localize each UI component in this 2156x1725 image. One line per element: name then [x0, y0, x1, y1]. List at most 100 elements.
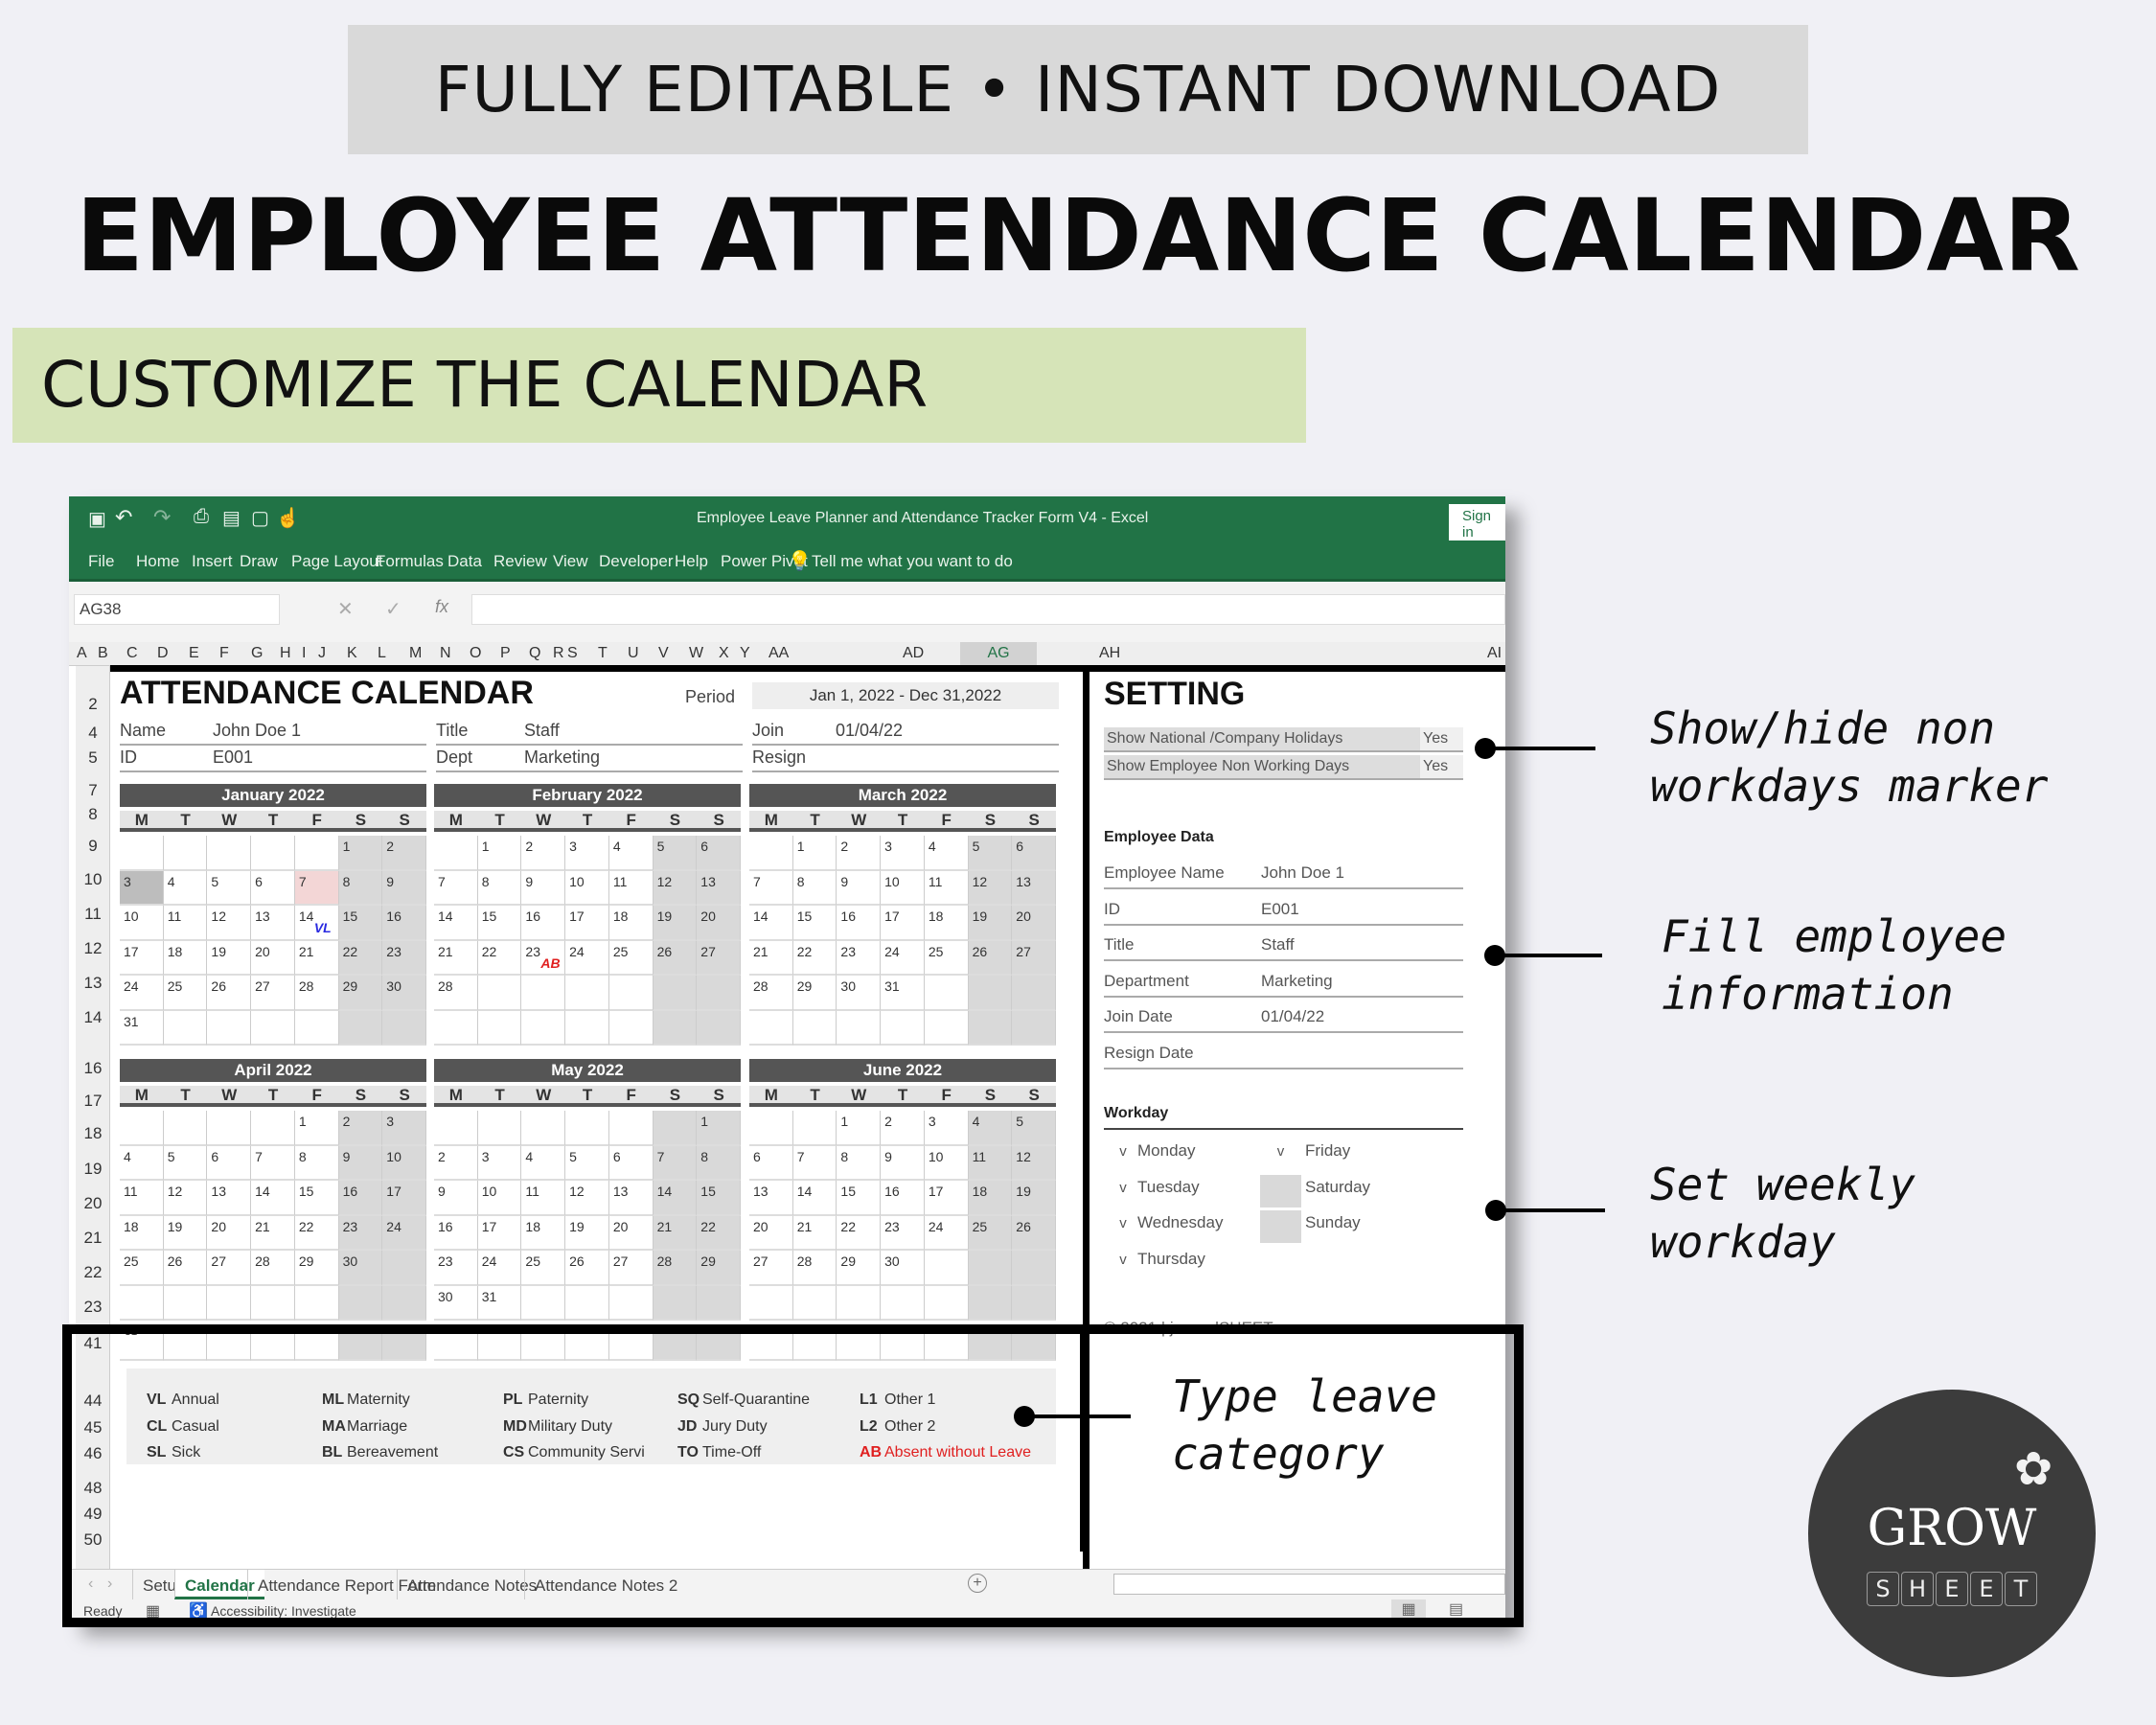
day-cell[interactable]: 31 [477, 1285, 522, 1321]
day-cell[interactable]: 17 [565, 906, 609, 941]
day-cell[interactable] [837, 1285, 882, 1321]
day-cell[interactable]: 8 [338, 870, 383, 906]
day-cell[interactable] [653, 976, 698, 1011]
day-cell[interactable]: 11 [120, 1181, 164, 1216]
day-cell[interactable] [792, 1285, 837, 1321]
day-cell[interactable]: 14 [251, 1181, 295, 1216]
day-cell[interactable]: 25 [608, 940, 654, 976]
day-cell[interactable]: 12 [163, 1181, 208, 1216]
day-cell[interactable] [251, 1111, 295, 1146]
day-cell[interactable]: 20 [1012, 906, 1056, 941]
day-cell[interactable] [749, 1285, 793, 1321]
day-cell[interactable]: 1 [697, 1111, 741, 1146]
day-cell[interactable]: 25 [120, 1251, 164, 1286]
day-cell[interactable]: 4 [521, 1145, 566, 1181]
day-cell[interactable] [382, 1010, 426, 1046]
day-cell[interactable]: 1 [477, 836, 522, 871]
day-cell[interactable]: 28 [294, 976, 339, 1011]
day-cell[interactable] [207, 1010, 252, 1046]
day-cell[interactable]: 29 [837, 1251, 882, 1286]
day-cell[interactable]: 23 [382, 940, 426, 976]
day-cell[interactable]: 30 [837, 976, 882, 1011]
day-cell[interactable]: 8 [477, 870, 522, 906]
day-cell[interactable]: 2 [837, 836, 882, 871]
day-cell[interactable]: 26 [1012, 1215, 1056, 1251]
day-cell[interactable]: 9 [338, 1145, 383, 1181]
day-cell[interactable] [434, 1010, 478, 1046]
day-cell[interactable]: 4 [120, 1145, 164, 1181]
day-cell[interactable]: 11 [924, 870, 969, 906]
day-cell[interactable]: 21 [251, 1215, 295, 1251]
day-cell[interactable]: 7 [749, 870, 793, 906]
day-cell[interactable]: 10 [565, 870, 609, 906]
day-cell[interactable]: 1 [294, 1111, 339, 1146]
day-cell[interactable]: 14 [434, 906, 478, 941]
day-cell[interactable]: 21 [294, 940, 339, 976]
day-cell[interactable] [251, 836, 295, 871]
day-cell[interactable] [120, 836, 164, 871]
day-cell[interactable]: 6 [749, 1145, 793, 1181]
day-cell[interactable]: 12 [653, 870, 698, 906]
day-cell[interactable]: 16 [434, 1215, 478, 1251]
day-cell[interactable]: 19 [163, 1215, 208, 1251]
day-cell[interactable]: 23 [837, 940, 882, 976]
day-cell[interactable] [294, 1010, 339, 1046]
day-cell[interactable] [207, 1111, 252, 1146]
day-cell[interactable]: 5 [565, 1145, 609, 1181]
day-cell[interactable]: 30 [434, 1285, 478, 1321]
day-cell[interactable]: 12 [207, 906, 252, 941]
day-cell[interactable]: 15 [294, 1181, 339, 1216]
day-cell[interactable] [521, 976, 566, 1011]
day-cell[interactable] [924, 1010, 969, 1046]
day-cell[interactable]: 5 [1012, 1111, 1056, 1146]
day-cell[interactable] [477, 1111, 522, 1146]
day-cell[interactable]: 4 [968, 1111, 1013, 1146]
day-cell[interactable]: 10 [120, 906, 164, 941]
workday-checkbox[interactable] [1260, 1210, 1301, 1243]
day-cell[interactable]: 19 [1012, 1181, 1056, 1216]
day-cell[interactable] [251, 1010, 295, 1046]
day-cell[interactable]: 7 [792, 1145, 837, 1181]
day-cell[interactable]: 2 [434, 1145, 478, 1181]
day-cell[interactable] [565, 976, 609, 1011]
day-cell[interactable] [120, 1111, 164, 1146]
day-cell[interactable]: 21 [792, 1215, 837, 1251]
day-cell[interactable]: 8 [697, 1145, 741, 1181]
day-cell[interactable]: 5 [163, 1145, 208, 1181]
day-cell[interactable]: 25 [163, 976, 208, 1011]
day-cell[interactable] [1012, 1010, 1056, 1046]
day-cell[interactable] [881, 1285, 925, 1321]
day-cell[interactable]: 20 [608, 1215, 654, 1251]
day-cell[interactable]: 12 [968, 870, 1013, 906]
day-cell[interactable]: 4 [163, 870, 208, 906]
day-cell[interactable]: 6 [1012, 836, 1056, 871]
workday-checkbox[interactable]: v [1113, 1247, 1133, 1279]
day-cell[interactable]: 27 [1012, 940, 1056, 976]
day-cell[interactable]: 26 [207, 976, 252, 1011]
day-cell[interactable] [294, 1285, 339, 1321]
day-cell[interactable]: 14 [749, 906, 793, 941]
day-cell[interactable] [968, 976, 1013, 1011]
employee-field-value[interactable]: Staff [1261, 935, 1295, 954]
day-cell[interactable]: 15 [792, 906, 837, 941]
day-cell[interactable]: 6 [207, 1145, 252, 1181]
day-cell[interactable]: 28 [434, 976, 478, 1011]
day-cell[interactable] [382, 1251, 426, 1286]
day-cell[interactable] [434, 836, 478, 871]
day-cell[interactable]: 6 [251, 870, 295, 906]
day-cell[interactable]: 24 [565, 940, 609, 976]
day-cell[interactable]: 19 [565, 1215, 609, 1251]
day-cell[interactable] [382, 1285, 426, 1321]
day-cell[interactable]: 16 [881, 1181, 925, 1216]
day-cell[interactable]: 13 [749, 1181, 793, 1216]
period-value[interactable]: Jan 1, 2022 - Dec 31,2022 [752, 682, 1059, 709]
day-cell[interactable]: 11 [968, 1145, 1013, 1181]
workday-checkbox[interactable]: v [1113, 1175, 1133, 1208]
day-cell[interactable]: 18 [608, 906, 654, 941]
day-cell[interactable]: 5 [653, 836, 698, 871]
day-cell[interactable]: 29 [294, 1251, 339, 1286]
day-cell[interactable]: 13 [608, 1181, 654, 1216]
day-cell[interactable]: 22 [338, 940, 383, 976]
day-cell[interactable]: 24 [881, 940, 925, 976]
day-cell[interactable] [792, 1111, 837, 1146]
